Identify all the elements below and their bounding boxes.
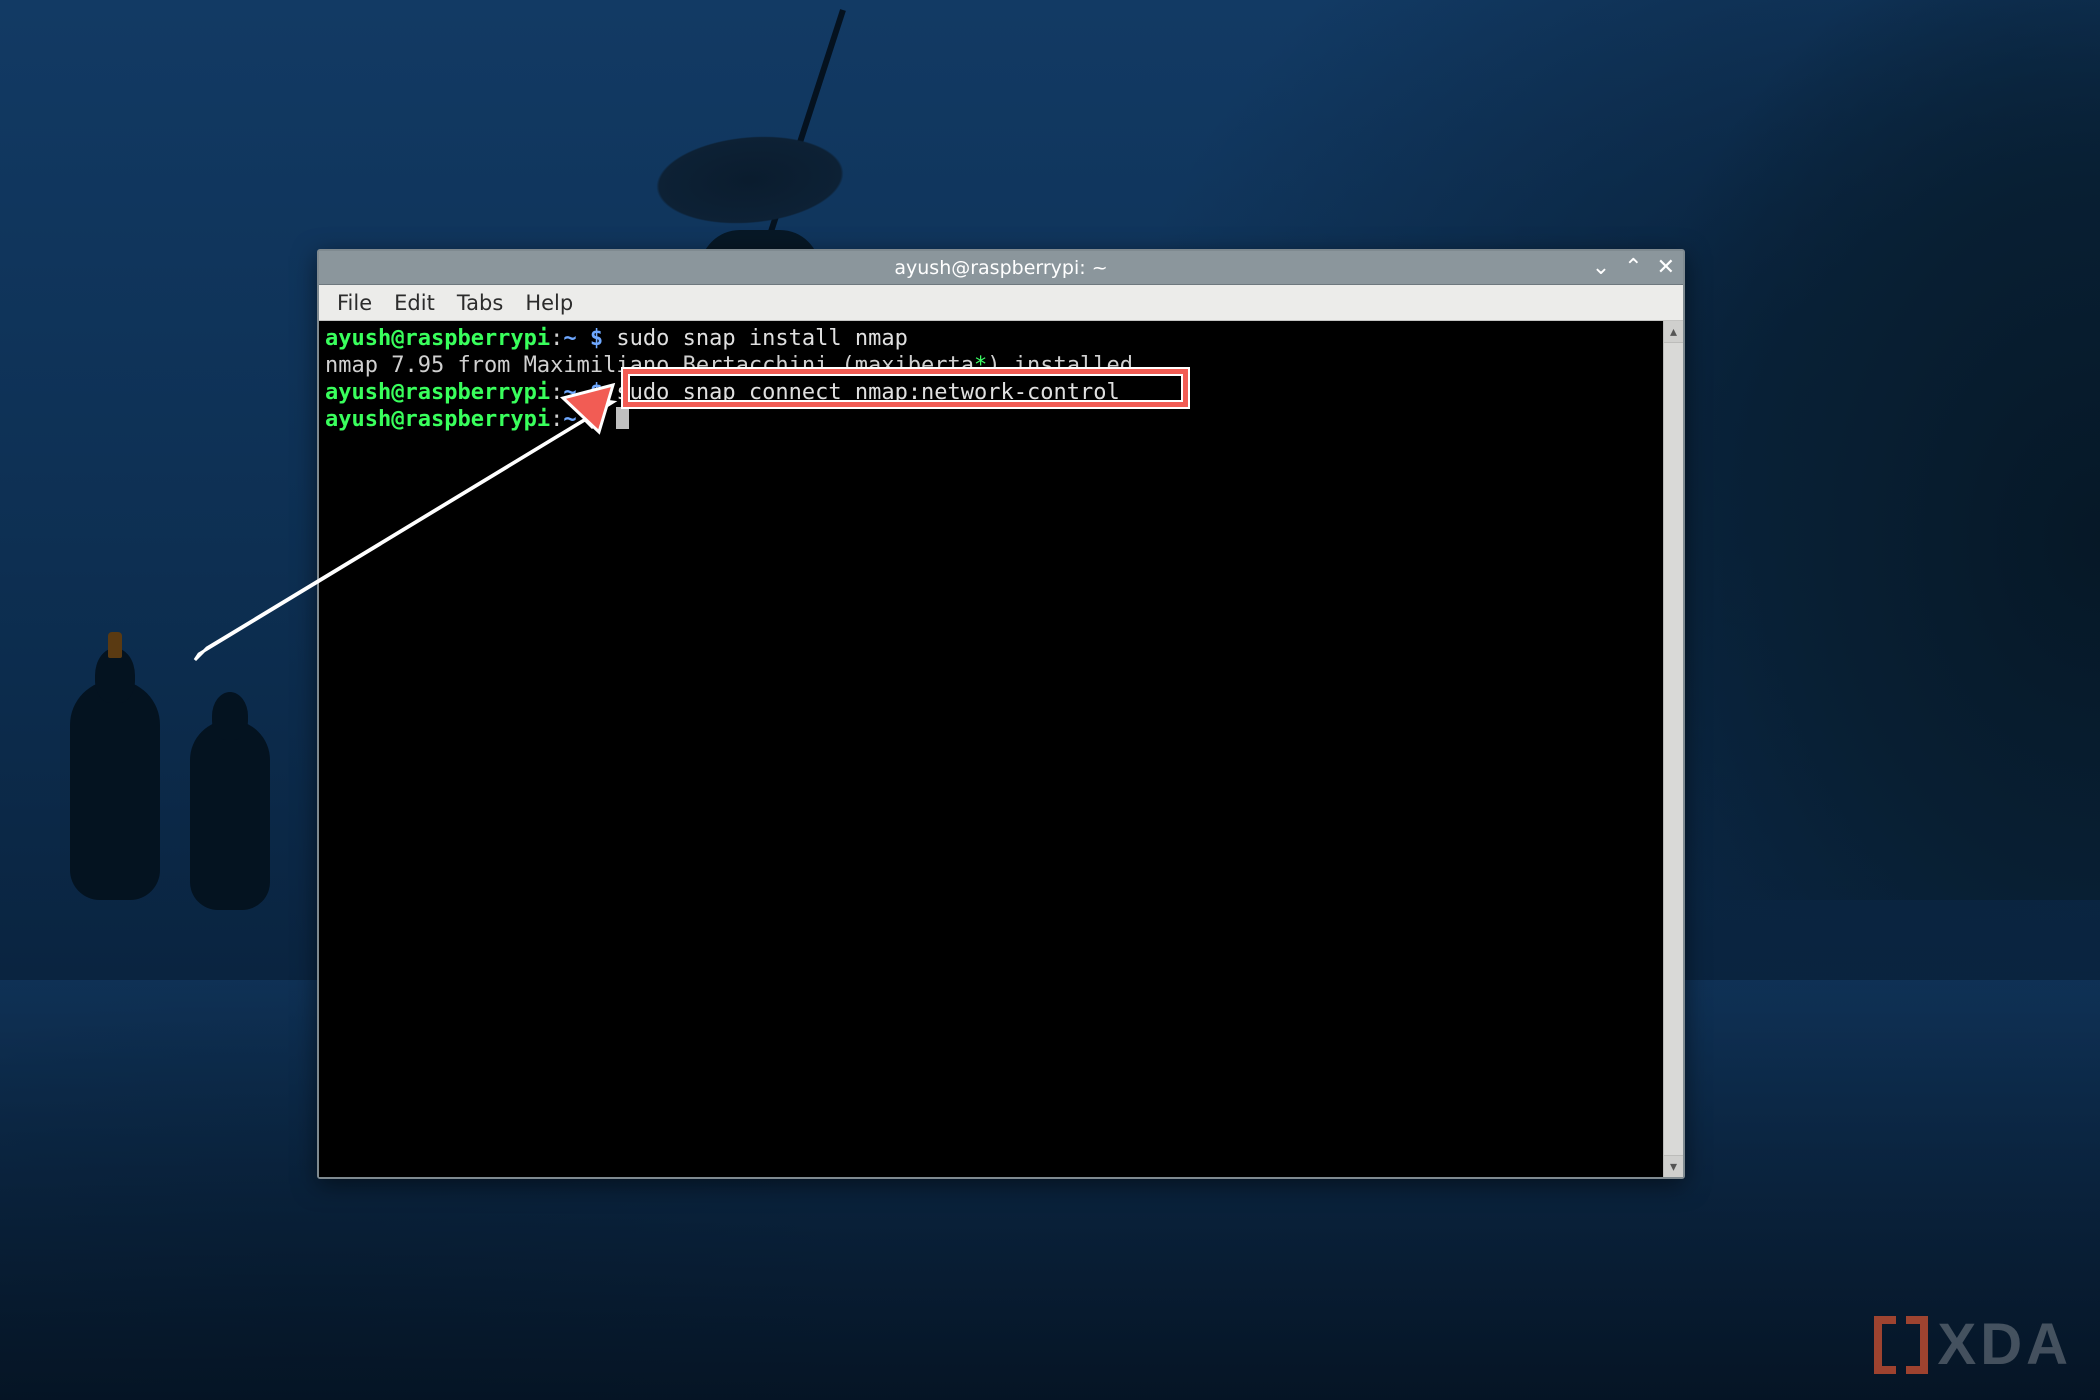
- scroll-up-button[interactable]: ▴: [1664, 321, 1683, 343]
- prompt-path: ~: [563, 407, 576, 432]
- menu-tabs[interactable]: Tabs: [447, 287, 514, 319]
- minimize-button[interactable]: ⌄: [1592, 257, 1610, 279]
- terminal-window: ayush@raspberrypi: ~ ⌄ ⌃ ✕ File Edit Tab…: [317, 249, 1685, 1179]
- wallpaper-bird: [70, 680, 160, 900]
- prompt-symbol: $: [590, 326, 603, 351]
- menu-help[interactable]: Help: [515, 287, 583, 319]
- output-text: ) installed: [987, 353, 1133, 378]
- cursor: [616, 407, 629, 429]
- wallpaper-hat: [620, 111, 880, 249]
- prompt-host: ayush@raspberrypi: [325, 407, 550, 432]
- prompt-sep: :: [550, 326, 563, 351]
- command-text: sudo snap install nmap: [616, 326, 907, 351]
- prompt-path: ~: [563, 380, 576, 405]
- window-controls: ⌄ ⌃ ✕: [1592, 251, 1675, 284]
- watermark-text: XDA: [1938, 1311, 2072, 1378]
- bracket-icon: [1874, 1316, 1896, 1374]
- menu-edit[interactable]: Edit: [384, 287, 445, 319]
- command-text: sudo snap connect nmap:network-control: [616, 380, 1119, 405]
- terminal-scrollbar[interactable]: ▴ ▾: [1663, 321, 1683, 1177]
- prompt-symbol: $: [590, 407, 603, 432]
- bracket-icon: [1906, 1316, 1928, 1374]
- window-title: ayush@raspberrypi: ~: [894, 257, 1107, 279]
- output-star: *: [974, 353, 987, 378]
- menu-file[interactable]: File: [327, 287, 382, 319]
- close-button[interactable]: ✕: [1657, 257, 1675, 279]
- prompt-host: ayush@raspberrypi: [325, 326, 550, 351]
- menubar: File Edit Tabs Help: [319, 285, 1683, 321]
- wallpaper-bird: [190, 720, 270, 910]
- maximize-button[interactable]: ⌃: [1624, 257, 1642, 279]
- prompt-symbol: $: [590, 380, 603, 405]
- wallpaper-birds: [40, 680, 300, 1000]
- prompt-path: ~: [563, 326, 576, 351]
- xda-watermark: XDA: [1874, 1311, 2072, 1378]
- prompt-sep: :: [550, 407, 563, 432]
- window-titlebar[interactable]: ayush@raspberrypi: ~ ⌄ ⌃ ✕: [319, 251, 1683, 285]
- terminal-wrap: ayush@raspberrypi:~ $ sudo snap install …: [319, 321, 1683, 1177]
- prompt-sep: :: [550, 380, 563, 405]
- output-text: nmap 7.95 from Maximiliano Bertacchini (…: [325, 353, 974, 378]
- terminal-viewport[interactable]: ayush@raspberrypi:~ $ sudo snap install …: [319, 321, 1663, 1177]
- prompt-host: ayush@raspberrypi: [325, 380, 550, 405]
- scroll-down-button[interactable]: ▾: [1664, 1155, 1683, 1177]
